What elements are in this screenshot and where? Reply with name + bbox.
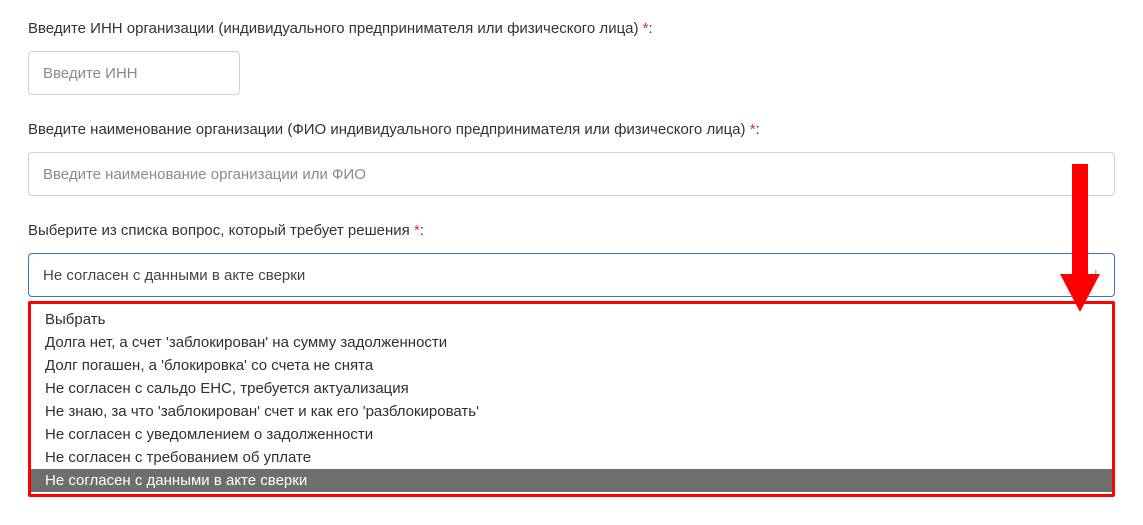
label-colon: : xyxy=(649,20,653,37)
question-option[interactable]: Не согласен с требованием об уплате xyxy=(31,446,1112,469)
question-field: Выберите из списка вопрос, который требу… xyxy=(28,222,1115,497)
org-name-label-text: Введите наименование организации (ФИО ин… xyxy=(28,121,746,138)
inn-label: Введите ИНН организации (индивидуального… xyxy=(28,20,1115,37)
org-name-input[interactable] xyxy=(28,152,1115,196)
question-option[interactable]: Долг погашен, а 'блокировка' со счета не… xyxy=(31,354,1112,377)
question-option-selected[interactable]: Не согласен с данными в акте сверки xyxy=(31,469,1112,492)
question-option[interactable]: Выбрать xyxy=(31,308,1112,331)
question-option[interactable]: Не знаю, за что 'заблокирован' счет и ка… xyxy=(31,400,1112,423)
chevron-down-icon: ↓ xyxy=(1092,267,1100,283)
question-select[interactable]: Не согласен с данными в акте сверки ↓ xyxy=(28,253,1115,297)
label-colon: : xyxy=(420,222,424,239)
label-colon: : xyxy=(756,121,760,138)
question-option[interactable]: Долга нет, а счет 'заблокирован' на сумм… xyxy=(31,331,1112,354)
org-name-label: Введите наименование организации (ФИО ин… xyxy=(28,121,1115,138)
question-label-text: Выберите из списка вопрос, который требу… xyxy=(28,222,410,239)
question-dropdown: Выбрать Долга нет, а счет 'заблокирован'… xyxy=(28,301,1115,497)
inn-input[interactable] xyxy=(28,51,240,95)
question-option[interactable]: Не согласен с уведомлением о задолженнос… xyxy=(31,423,1112,446)
inn-label-text: Введите ИНН организации (индивидуального… xyxy=(28,20,639,37)
org-name-field: Введите наименование организации (ФИО ин… xyxy=(28,121,1115,196)
inn-field: Введите ИНН организации (индивидуального… xyxy=(28,20,1115,95)
question-label: Выберите из списка вопрос, который требу… xyxy=(28,222,1115,239)
question-selected-value: Не согласен с данными в акте сверки xyxy=(43,267,305,284)
question-option[interactable]: Не согласен с сальдо ЕНС, требуется акту… xyxy=(31,377,1112,400)
